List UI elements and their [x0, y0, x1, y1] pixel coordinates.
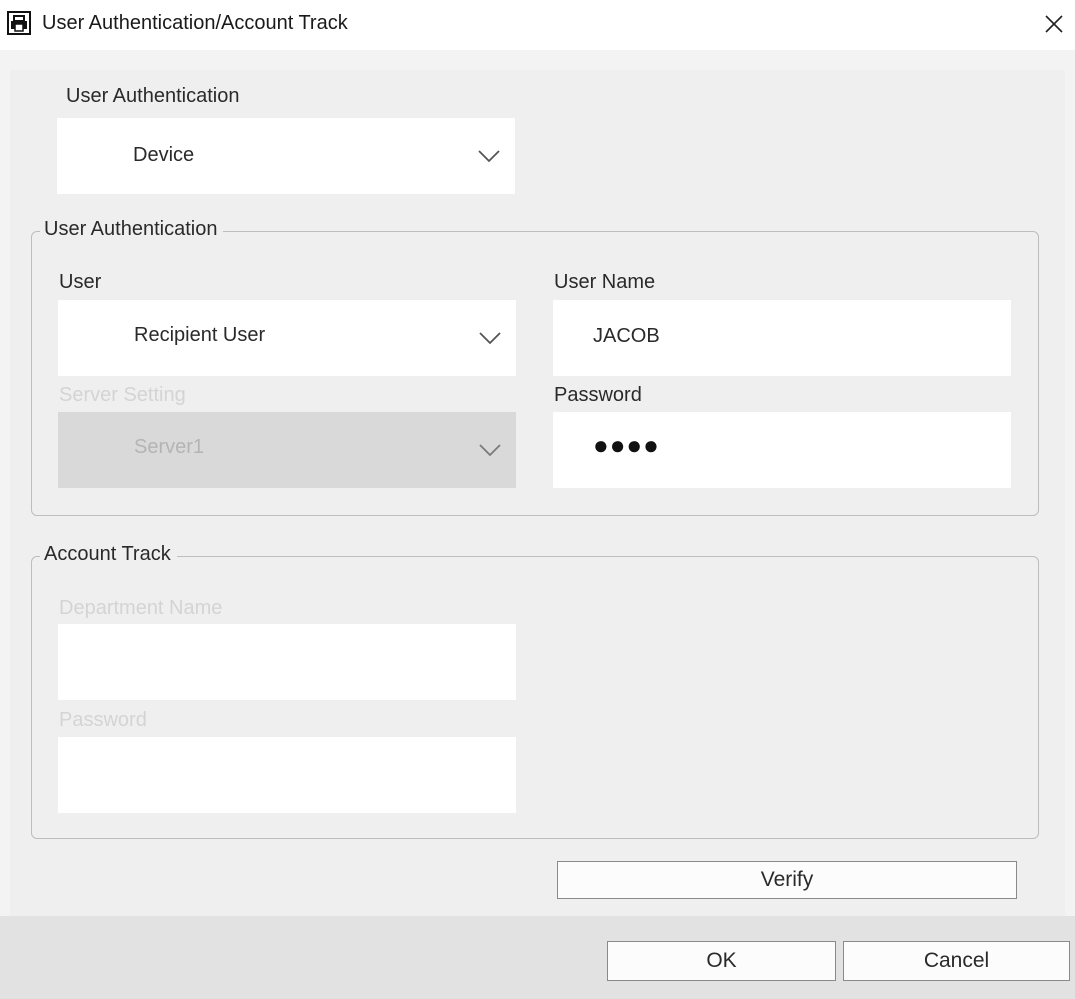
- verify-button[interactable]: Verify: [557, 861, 1017, 899]
- close-button[interactable]: [1034, 6, 1074, 42]
- account-password-field: [58, 737, 516, 813]
- account-track-group-legend: Account Track: [40, 543, 177, 566]
- server-setting-select: Server1: [58, 412, 516, 488]
- department-name-field: [58, 624, 516, 700]
- server-setting-label: Server Setting: [59, 384, 186, 406]
- password-masked-value: ●●●●: [593, 430, 660, 460]
- department-name-label: Department Name: [59, 597, 223, 619]
- cancel-button[interactable]: Cancel: [843, 941, 1070, 981]
- username-value: JACOB: [593, 325, 660, 347]
- account-password-label: Password: [59, 709, 147, 731]
- server-setting-value: Server1: [134, 436, 205, 458]
- user-select[interactable]: Recipient User: [58, 300, 516, 376]
- password-field[interactable]: ●●●●: [553, 412, 1011, 488]
- ok-button[interactable]: OK: [607, 941, 836, 981]
- password-label: Password: [554, 384, 642, 406]
- auth-mode-label: User Authentication: [66, 85, 240, 107]
- username-label: User Name: [554, 271, 656, 293]
- auth-mode-value: Device: [133, 144, 195, 166]
- chevron-down-icon: [479, 332, 501, 345]
- user-select-value: Recipient User: [134, 324, 266, 346]
- close-icon[interactable]: [1044, 14, 1064, 34]
- window-title: User Authentication/Account Track: [42, 12, 348, 34]
- auth-mode-select[interactable]: Device: [57, 118, 515, 194]
- username-field[interactable]: JACOB: [553, 300, 1011, 376]
- printer-document-icon: [7, 11, 31, 35]
- user-label: User: [59, 271, 102, 293]
- user-auth-group-legend: User Authentication: [40, 218, 224, 241]
- title-bar: User Authentication/Account Track: [0, 0, 1075, 50]
- chevron-down-icon: [479, 444, 501, 457]
- chevron-down-icon: [478, 150, 500, 163]
